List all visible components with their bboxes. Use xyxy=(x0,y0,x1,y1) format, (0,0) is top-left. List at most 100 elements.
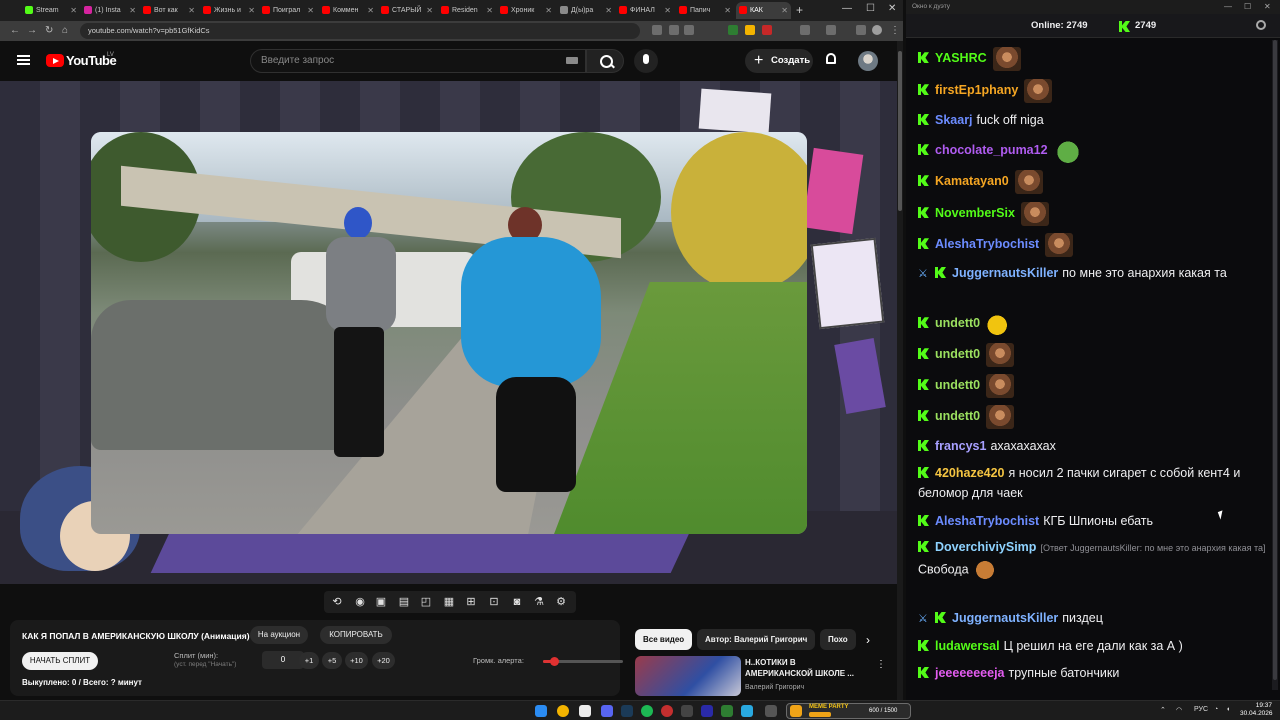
related-video-channel[interactable]: Валерий Григорич xyxy=(745,684,804,691)
minimize-icon[interactable]: — xyxy=(1224,0,1232,14)
notifications-icon[interactable] xyxy=(826,53,836,64)
moon-emote-icon[interactable] xyxy=(986,312,1015,336)
media-icon[interactable] xyxy=(856,25,866,35)
forward-icon[interactable]: → xyxy=(27,24,37,38)
close-icon[interactable]: ✕ xyxy=(248,2,255,19)
related-video-thumbnail[interactable] xyxy=(635,656,741,696)
folder-icon[interactable] xyxy=(579,705,591,717)
picture-in-picture-icon[interactable]: ◰ xyxy=(419,595,433,609)
close-icon[interactable]: ✕ xyxy=(188,2,195,19)
page-scrollbar[interactable] xyxy=(897,41,903,700)
video-player[interactable] xyxy=(0,81,897,584)
download-icon[interactable] xyxy=(826,25,836,35)
discord-icon[interactable] xyxy=(601,705,613,717)
face-emote-icon[interactable] xyxy=(986,343,1015,367)
chat-username[interactable]: YASHRC xyxy=(935,51,987,65)
extension-icon[interactable] xyxy=(745,25,755,35)
extension-icon[interactable] xyxy=(728,25,738,35)
copy-button[interactable]: КОПИРОВАТЬ xyxy=(320,626,392,644)
excel-icon[interactable] xyxy=(721,705,733,717)
obs-icon[interactable] xyxy=(661,705,673,717)
tab-instagram[interactable]: (1) Insta ✕ xyxy=(81,2,139,19)
auction-button[interactable]: На аукцион xyxy=(250,626,308,644)
tab-stream[interactable]: Stream ✕ xyxy=(22,2,80,19)
face-emote-icon[interactable] xyxy=(1020,202,1049,226)
screen-video-icon[interactable]: ▣ xyxy=(374,595,388,609)
app-icon[interactable] xyxy=(681,705,693,717)
microphone-icon[interactable] xyxy=(634,49,658,73)
chat-username[interactable]: ludawersal xyxy=(935,639,1000,653)
search-button[interactable] xyxy=(586,49,624,73)
chat-username[interactable]: jeeeeeeeeja xyxy=(935,666,1005,680)
scrollbar-thumb[interactable] xyxy=(898,51,902,211)
add-20-button[interactable]: +20 xyxy=(372,652,395,669)
install-icon[interactable] xyxy=(652,25,662,35)
close-icon[interactable]: ✕ xyxy=(545,2,552,19)
chip-similar[interactable]: Похо xyxy=(820,629,856,650)
star-icon[interactable] xyxy=(684,25,694,35)
close-icon[interactable]: ✕ xyxy=(307,2,314,19)
tab-youtube-8[interactable]: ФИНАЛ ✕ xyxy=(616,2,674,19)
chat-username[interactable]: francys1 xyxy=(935,439,986,453)
close-icon[interactable]: ✕ xyxy=(367,2,374,19)
spotify-icon[interactable] xyxy=(641,705,653,717)
telegram-icon[interactable] xyxy=(741,705,753,717)
face-emote-icon[interactable] xyxy=(1014,170,1043,194)
menu-dots-icon[interactable]: ⋮ xyxy=(890,24,900,38)
language-indicator[interactable]: РУС xyxy=(1194,706,1208,713)
tab-youtube-2[interactable]: Жизнь и ✕ xyxy=(200,2,258,19)
chat-username[interactable]: JuggernautsKiller xyxy=(952,266,1058,280)
frog-emote-icon[interactable] xyxy=(1053,139,1082,163)
tab-youtube-7[interactable]: Хроник ✕ xyxy=(497,2,555,19)
split-minutes-input[interactable]: 0 xyxy=(262,651,304,669)
slider-knob[interactable] xyxy=(550,657,560,666)
back-icon[interactable]: ← xyxy=(10,24,20,38)
close-icon[interactable]: ✕ xyxy=(664,2,671,19)
chevron-right-icon[interactable]: › xyxy=(866,633,870,647)
close-icon[interactable]: ✕ xyxy=(605,2,612,19)
extension-icon[interactable] xyxy=(762,25,772,35)
chrome-icon[interactable] xyxy=(557,705,569,717)
add-5-button[interactable]: +5 xyxy=(322,652,342,669)
face-emote-icon[interactable] xyxy=(992,47,1021,71)
meme-party-widget[interactable]: MEME PARTY 600 / 1500 xyxy=(786,703,911,719)
more-options-icon[interactable]: ⋮ xyxy=(876,659,886,670)
scrollbar-thumb[interactable] xyxy=(1273,40,1277,680)
maximize-icon[interactable]: ☐ xyxy=(1244,0,1251,14)
home-icon[interactable]: ⌂ xyxy=(62,24,68,38)
chat-username[interactable]: Kamatayan0 xyxy=(935,174,1009,188)
maximize-icon[interactable]: ☐ xyxy=(866,3,875,14)
youtube-logo-icon[interactable] xyxy=(46,54,64,67)
tab-youtube-5[interactable]: СТАРЫЙ ✕ xyxy=(378,2,436,19)
film-icon[interactable]: ▤ xyxy=(397,595,411,609)
gear-icon[interactable]: ⚙ xyxy=(554,595,568,609)
chat-username[interactable]: Skaarj xyxy=(935,113,973,127)
profile-icon[interactable] xyxy=(872,25,882,35)
gear-icon[interactable] xyxy=(1256,20,1266,30)
create-button[interactable]: + Создать xyxy=(745,49,813,73)
add-image-icon[interactable]: ⊞ xyxy=(464,595,478,609)
app-icon[interactable] xyxy=(765,705,777,717)
zoom-icon[interactable] xyxy=(669,25,679,35)
menu-icon[interactable] xyxy=(17,55,30,65)
start-icon[interactable] xyxy=(535,705,547,717)
face-emote-icon[interactable] xyxy=(1024,79,1053,103)
close-icon[interactable]: ✕ xyxy=(426,2,433,19)
tab-youtube-9[interactable]: Папич ✕ xyxy=(676,2,734,19)
keyboard-icon[interactable] xyxy=(566,57,578,64)
network-icon[interactable]: ◠ xyxy=(1176,706,1182,714)
close-icon[interactable]: ✕ xyxy=(781,2,788,19)
close-icon[interactable]: ✕ xyxy=(70,2,77,19)
close-window-icon[interactable]: ✕ xyxy=(1264,0,1271,14)
close-icon[interactable]: ✕ xyxy=(724,2,731,19)
broadcast-icon[interactable]: ◉ xyxy=(353,595,367,609)
chat-username[interactable]: DoverchiviySimp xyxy=(935,540,1036,554)
close-icon[interactable]: ✕ xyxy=(129,2,136,19)
wifi-icon[interactable]: ◔ xyxy=(1214,706,1218,713)
flask-icon[interactable]: ⚗ xyxy=(532,595,546,609)
chat-username[interactable]: undett0 xyxy=(935,378,980,392)
chat-username[interactable]: NovemberSix xyxy=(935,206,1015,220)
tab-youtube-4[interactable]: Коммен ✕ xyxy=(319,2,377,19)
reload-icon[interactable]: ↻ xyxy=(45,24,53,38)
chat-username[interactable]: AleshaTrybochist xyxy=(935,237,1039,251)
